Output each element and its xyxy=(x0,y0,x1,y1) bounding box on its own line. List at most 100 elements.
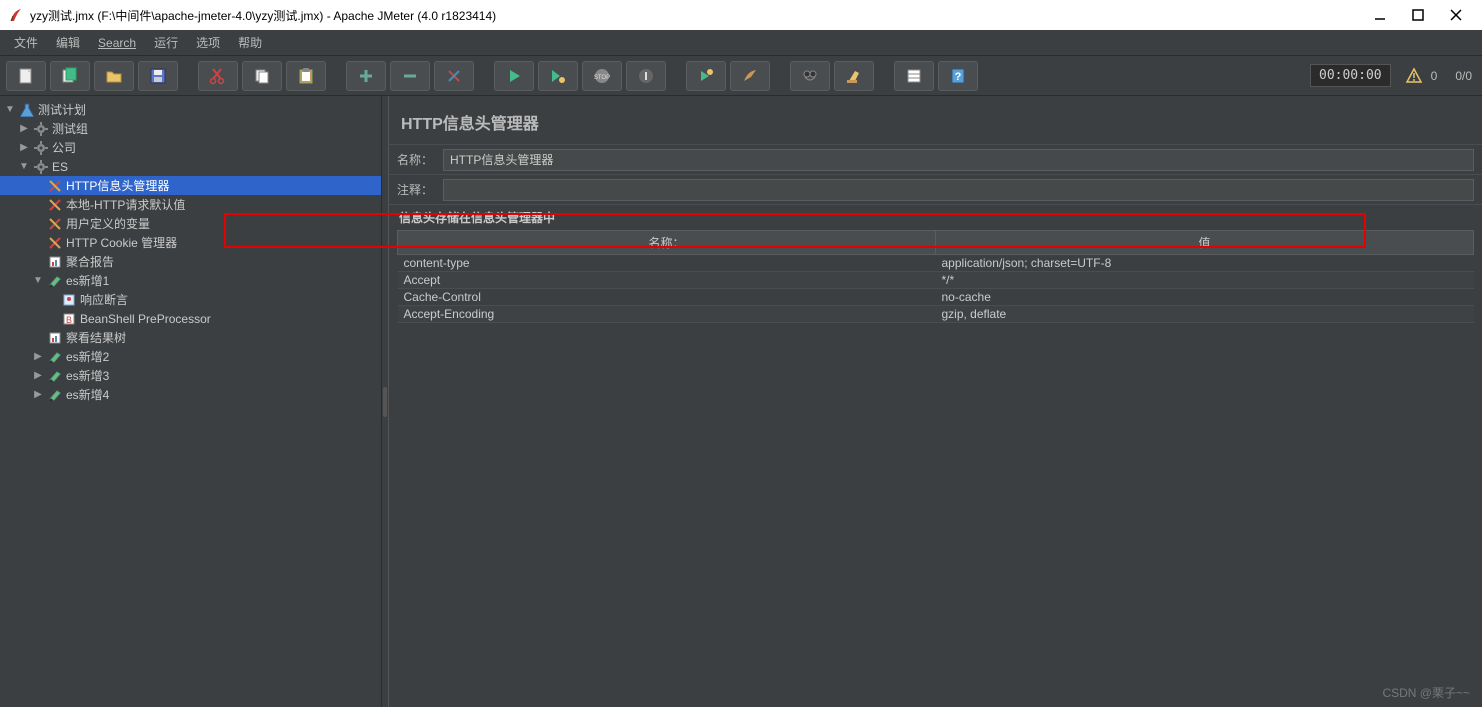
comment-input[interactable] xyxy=(443,179,1474,201)
header-value-cell[interactable]: no-cache xyxy=(936,289,1474,306)
maximize-button[interactable] xyxy=(1408,5,1428,25)
headers-table[interactable]: 名称： 值 content-typeapplication/json; char… xyxy=(397,230,1474,323)
sampler-icon xyxy=(47,387,63,403)
tree-item[interactable]: HTTP Cookie 管理器 xyxy=(0,233,381,252)
headers-section-title: 信息头存储在信息头管理器中 xyxy=(389,204,1482,230)
remote-stop-button[interactable] xyxy=(730,61,770,91)
minimize-button[interactable] xyxy=(1370,5,1390,25)
report-icon xyxy=(47,254,63,270)
table-row[interactable]: Accept*/* xyxy=(398,272,1474,289)
tree-item-label: ES xyxy=(52,160,68,174)
svg-text:STOP: STOP xyxy=(594,75,610,81)
menu-help[interactable]: 帮助 xyxy=(230,31,270,54)
tree-item-label: es新增2 xyxy=(66,348,109,365)
tree-item-label: es新增3 xyxy=(66,367,109,384)
test-plan-tree[interactable]: ▼测试计划▶测试组▶公司▼ESHTTP信息头管理器本地-HTTP请求默认值用户定… xyxy=(0,96,382,707)
tree-item[interactable]: ▶测试组 xyxy=(0,119,381,138)
tree-item-label: es新增4 xyxy=(66,386,109,403)
paste-button[interactable] xyxy=(286,61,326,91)
col-name[interactable]: 名称： xyxy=(398,231,936,255)
templates-button[interactable] xyxy=(50,61,90,91)
tree-item-label: HTTP Cookie 管理器 xyxy=(66,234,177,251)
tree-item[interactable]: ▶es新增2 xyxy=(0,347,381,366)
tree-item[interactable]: ▶es新增3 xyxy=(0,366,381,385)
clear-all-button[interactable] xyxy=(834,61,874,91)
tree-item-label: 聚合报告 xyxy=(66,253,114,270)
tree-item[interactable]: 本地-HTTP请求默认值 xyxy=(0,195,381,214)
stop-button[interactable]: STOP xyxy=(582,61,622,91)
header-value-cell[interactable]: gzip, deflate xyxy=(936,306,1474,323)
tree-item-label: 察看结果树 xyxy=(66,329,126,346)
save-button[interactable] xyxy=(138,61,178,91)
remote-start-button[interactable] xyxy=(686,61,726,91)
expand-button[interactable] xyxy=(346,61,386,91)
new-button[interactable] xyxy=(6,61,46,91)
comment-label: 注释： xyxy=(397,177,437,202)
menu-file[interactable]: 文件 xyxy=(6,31,46,54)
svg-text:B: B xyxy=(66,315,72,325)
tree-item[interactable]: HTTP信息头管理器 xyxy=(0,176,381,195)
header-name-cell[interactable]: Cache-Control xyxy=(398,289,936,306)
tree-item-label: es新增1 xyxy=(66,272,109,289)
tree-item[interactable]: B BeanShell PreProcessor xyxy=(0,309,381,328)
gear-icon xyxy=(33,121,49,137)
menu-run[interactable]: 运行 xyxy=(146,31,186,54)
menu-search[interactable]: Search xyxy=(90,33,144,53)
svg-text:?: ? xyxy=(955,71,962,83)
start-button[interactable] xyxy=(494,61,534,91)
table-row[interactable]: content-typeapplication/json; charset=UT… xyxy=(398,255,1474,272)
editor-panel: HTTP信息头管理器 名称： 注释： 信息头存储在信息头管理器中 名称： 值 c… xyxy=(388,96,1482,707)
sampler-icon xyxy=(47,368,63,384)
start-no-pause-button[interactable] xyxy=(538,61,578,91)
function-helper-button[interactable] xyxy=(894,61,934,91)
tree-item-label: 公司 xyxy=(52,139,76,156)
wrench-icon xyxy=(47,216,63,232)
open-button[interactable] xyxy=(94,61,134,91)
tree-item-label: 用户定义的变量 xyxy=(66,215,150,232)
tree-item-label: BeanShell PreProcessor xyxy=(80,312,211,326)
header-value-cell[interactable]: */* xyxy=(936,272,1474,289)
menu-edit[interactable]: 编辑 xyxy=(48,31,88,54)
header-value-cell[interactable]: application/json; charset=UTF-8 xyxy=(936,255,1474,272)
table-row[interactable]: Cache-Controlno-cache xyxy=(398,289,1474,306)
gear-icon xyxy=(33,159,49,175)
tree-item-label: 响应断言 xyxy=(80,291,128,308)
col-value[interactable]: 值 xyxy=(936,231,1474,255)
tree-item[interactable]: ▶公司 xyxy=(0,138,381,157)
collapse-button[interactable] xyxy=(390,61,430,91)
close-button[interactable] xyxy=(1446,5,1466,25)
tree-item-label: HTTP信息头管理器 xyxy=(66,177,169,194)
header-name-cell[interactable]: Accept-Encoding xyxy=(398,306,936,323)
tree-item[interactable]: ▶es新增4 xyxy=(0,385,381,404)
header-name-cell[interactable]: content-type xyxy=(398,255,936,272)
elapsed-timer: 00:00:00 xyxy=(1310,64,1391,87)
gear-icon xyxy=(33,140,49,156)
tree-item[interactable]: 用户定义的变量 xyxy=(0,214,381,233)
sampler-icon xyxy=(47,273,63,289)
shutdown-button[interactable] xyxy=(626,61,666,91)
tree-root[interactable]: ▼测试计划 xyxy=(0,100,381,119)
toggle-button[interactable] xyxy=(434,61,474,91)
table-row[interactable]: Accept-Encodinggzip, deflate xyxy=(398,306,1474,323)
tree-item[interactable]: 察看结果树 xyxy=(0,328,381,347)
name-input[interactable] xyxy=(443,149,1474,171)
flask-icon xyxy=(19,102,35,118)
tree-item[interactable]: 聚合报告 xyxy=(0,252,381,271)
tree-item[interactable]: 响应断言 xyxy=(0,290,381,309)
cut-button[interactable] xyxy=(198,61,238,91)
clear-button[interactable] xyxy=(790,61,830,91)
tree-item[interactable]: ▼es新增1 xyxy=(0,271,381,290)
warning-count: 0 xyxy=(1431,69,1438,83)
copy-button[interactable] xyxy=(242,61,282,91)
header-name-cell[interactable]: Accept xyxy=(398,272,936,289)
bean-icon: B xyxy=(61,311,77,327)
wrench-icon xyxy=(47,178,63,194)
tree-item[interactable]: ▼ES xyxy=(0,157,381,176)
window-titlebar: yzy测试.jmx (F:\中间件\apache-jmeter-4.0\yzy测… xyxy=(0,0,1482,30)
panel-title: HTTP信息头管理器 xyxy=(389,96,1482,144)
thread-count: 0/0 xyxy=(1455,69,1472,83)
help-button[interactable]: ? xyxy=(938,61,978,91)
menu-options[interactable]: 选项 xyxy=(188,31,228,54)
warning-icon xyxy=(1405,67,1423,85)
report-icon xyxy=(47,330,63,346)
